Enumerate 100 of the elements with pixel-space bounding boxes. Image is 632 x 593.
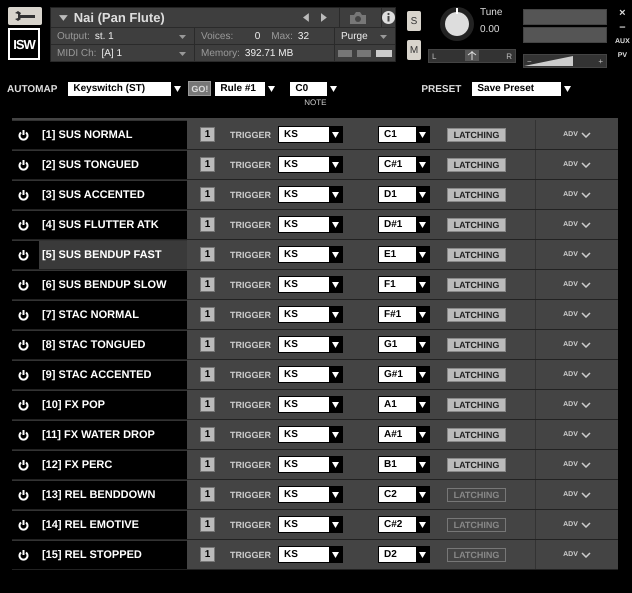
power-icon[interactable] xyxy=(18,160,29,170)
channel-badge[interactable]: 1 xyxy=(200,397,215,412)
power-icon[interactable] xyxy=(18,130,29,140)
articulation-name[interactable]: [13] REL BENDDOWN xyxy=(39,481,187,509)
articulation-name[interactable]: [3] SUS ACCENTED xyxy=(39,181,187,209)
channel-badge[interactable]: 1 xyxy=(200,127,215,142)
power-icon[interactable] xyxy=(18,370,29,380)
volume-slider[interactable]: − + xyxy=(523,54,607,68)
trigger-type-dropdown[interactable]: KS xyxy=(278,486,343,503)
midi-channel-value[interactable]: [A] 1 xyxy=(101,48,122,58)
articulation-name[interactable]: [4] SUS FLUTTER ATK xyxy=(39,211,187,239)
trigger-type-dropdown[interactable]: KS xyxy=(278,216,343,233)
latching-button[interactable]: LATCHING xyxy=(447,218,506,232)
settings-button[interactable] xyxy=(8,7,42,25)
channel-badge[interactable]: 1 xyxy=(200,217,215,232)
chevron-down-icon[interactable] xyxy=(580,192,591,198)
chevron-down-icon[interactable] xyxy=(580,132,591,138)
articulation-name[interactable]: [15] REL STOPPED xyxy=(39,541,187,569)
caret-icon[interactable] xyxy=(59,14,68,20)
trigger-type-dropdown[interactable]: KS xyxy=(278,156,343,173)
channel-badge[interactable]: 1 xyxy=(200,157,215,172)
key-dropdown[interactable]: A1 xyxy=(378,396,430,413)
power-icon[interactable] xyxy=(18,430,29,440)
key-dropdown[interactable]: D#1 xyxy=(378,216,430,233)
trigger-type-dropdown[interactable]: KS xyxy=(278,516,343,533)
latching-button[interactable]: LATCHING xyxy=(447,368,506,382)
key-dropdown[interactable]: B1 xyxy=(378,456,430,473)
key-dropdown[interactable]: C#2 xyxy=(378,516,430,533)
articulation-name[interactable]: [14] REL EMOTIVE xyxy=(39,511,187,539)
pan-slider[interactable]: L R xyxy=(428,49,516,63)
articulation-name[interactable]: [7] STAC NORMAL xyxy=(39,301,187,329)
articulation-name[interactable]: [9] STAC ACCENTED xyxy=(39,361,187,389)
caret-icon[interactable] xyxy=(380,35,387,39)
chevron-down-icon[interactable] xyxy=(580,402,591,408)
latching-button[interactable]: LATCHING xyxy=(447,458,506,472)
trigger-type-dropdown[interactable]: KS xyxy=(278,126,343,143)
key-dropdown[interactable]: C2 xyxy=(378,486,430,503)
max-voices-value[interactable]: 32 xyxy=(298,30,310,42)
trigger-type-dropdown[interactable]: KS xyxy=(278,366,343,383)
chevron-down-icon[interactable] xyxy=(580,222,591,228)
power-icon[interactable] xyxy=(18,310,29,320)
channel-badge[interactable]: 1 xyxy=(200,517,215,532)
purge-menu[interactable]: Purge xyxy=(341,30,368,42)
latching-button[interactable]: LATCHING xyxy=(447,428,506,442)
power-icon[interactable] xyxy=(18,400,29,410)
key-dropdown[interactable]: E1 xyxy=(378,246,430,263)
chevron-down-icon[interactable] xyxy=(580,162,591,168)
output-value[interactable]: st. 1 xyxy=(94,30,114,42)
latching-button[interactable]: LATCHING xyxy=(447,248,506,262)
channel-badge[interactable]: 1 xyxy=(200,187,215,202)
key-dropdown[interactable]: D1 xyxy=(378,186,430,203)
key-dropdown[interactable]: A#1 xyxy=(378,426,430,443)
chevron-down-icon[interactable] xyxy=(580,312,591,318)
key-dropdown[interactable]: C1 xyxy=(378,126,430,143)
trigger-type-dropdown[interactable]: KS xyxy=(278,396,343,413)
caret-icon[interactable] xyxy=(179,52,186,56)
channel-badge[interactable]: 1 xyxy=(200,427,215,442)
trigger-type-dropdown[interactable]: KS xyxy=(278,276,343,293)
channel-badge[interactable]: 1 xyxy=(200,487,215,502)
articulation-name[interactable]: [12] FX PERC xyxy=(39,451,187,479)
solo-button[interactable]: S xyxy=(407,11,421,31)
automap-dropdown[interactable]: Keyswitch (ST) xyxy=(67,81,186,97)
key-dropdown[interactable]: D2 xyxy=(378,546,430,563)
channel-badge[interactable]: 1 xyxy=(200,247,215,262)
latching-button[interactable]: LATCHING xyxy=(447,338,506,352)
previous-icon[interactable] xyxy=(303,13,310,22)
trigger-type-dropdown[interactable]: KS xyxy=(278,426,343,443)
pan-handle[interactable] xyxy=(465,50,479,61)
articulation-name[interactable]: [1] SUS NORMAL xyxy=(39,121,187,149)
trigger-type-dropdown[interactable]: KS xyxy=(278,186,343,203)
chevron-down-icon[interactable] xyxy=(580,372,591,378)
trigger-type-dropdown[interactable]: KS xyxy=(278,456,343,473)
key-dropdown[interactable]: G#1 xyxy=(378,366,430,383)
channel-badge[interactable]: 1 xyxy=(200,547,215,562)
articulation-name[interactable]: [11] FX WATER DROP xyxy=(39,421,187,449)
key-dropdown[interactable]: F#1 xyxy=(378,306,430,323)
note-dropdown[interactable]: C0 xyxy=(289,81,342,97)
latching-button[interactable]: LATCHING xyxy=(447,128,506,142)
power-icon[interactable] xyxy=(18,520,29,530)
trigger-type-dropdown[interactable]: KS xyxy=(278,546,343,563)
chevron-down-icon[interactable] xyxy=(580,342,591,348)
trigger-type-dropdown[interactable]: KS xyxy=(278,306,343,323)
latching-button[interactable]: LATCHING xyxy=(447,308,506,322)
chevron-down-icon[interactable] xyxy=(580,432,591,438)
purge-bars-icon[interactable] xyxy=(338,50,392,56)
chevron-down-icon[interactable] xyxy=(580,552,591,558)
latching-button[interactable]: LATCHING xyxy=(447,278,506,292)
close-button[interactable]: × xyxy=(619,7,626,20)
power-icon[interactable] xyxy=(18,490,29,500)
latching-button[interactable]: LATCHING xyxy=(447,158,506,172)
chevron-down-icon[interactable] xyxy=(580,282,591,288)
articulation-name[interactable]: [2] SUS TONGUED xyxy=(39,151,187,179)
next-icon[interactable] xyxy=(321,13,327,22)
chevron-down-icon[interactable] xyxy=(580,252,591,258)
power-icon[interactable] xyxy=(18,280,29,290)
power-icon[interactable] xyxy=(18,220,29,230)
power-icon[interactable] xyxy=(18,460,29,470)
channel-badge[interactable]: 1 xyxy=(200,337,215,352)
articulation-name[interactable]: [6] SUS BENDUP SLOW xyxy=(39,271,187,299)
channel-badge[interactable]: 1 xyxy=(200,457,215,472)
